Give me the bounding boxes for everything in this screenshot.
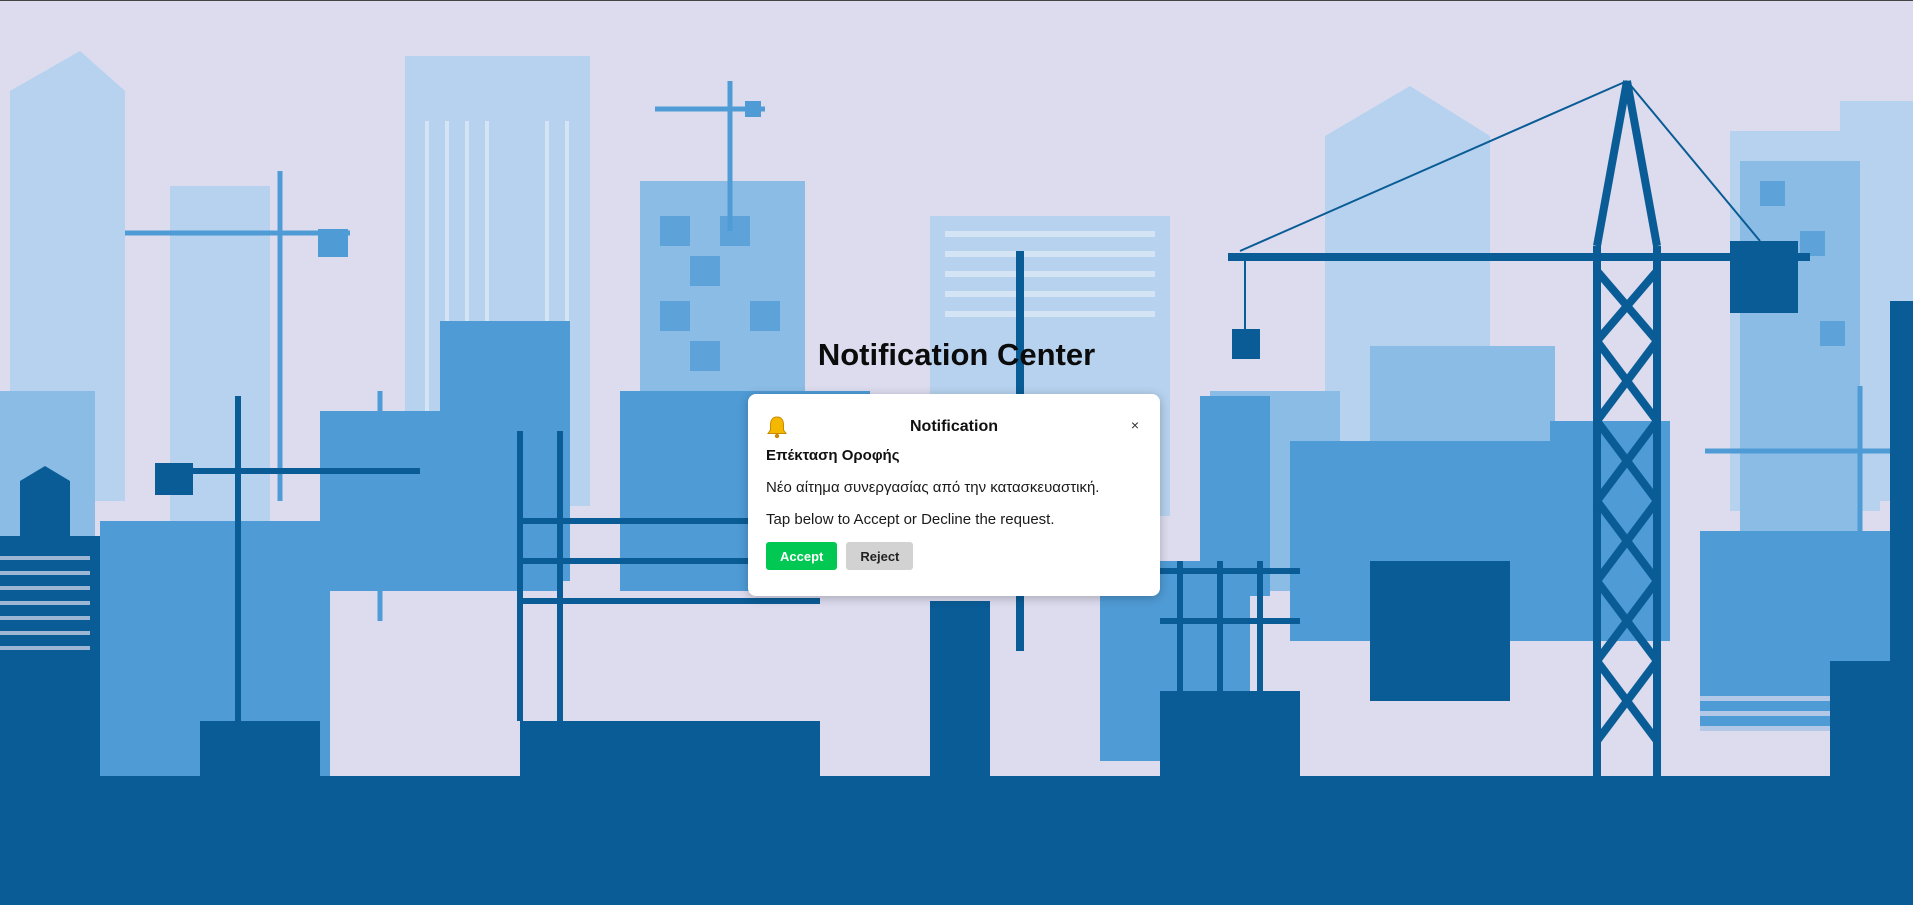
notification-subject: Επέκταση Οροφής <box>766 447 900 464</box>
dialog-title: Notification <box>910 418 998 435</box>
dialog-actions: Accept Reject <box>766 542 1142 570</box>
notification-dialog: Notification × Επέκταση Οροφής Νέο αίτημ… <box>748 394 1160 596</box>
notification-instruction: Tap below to Accept or Decline the reque… <box>766 511 1055 528</box>
page-title: Notification Center <box>817 337 1096 372</box>
close-icon[interactable]: × <box>1128 417 1142 433</box>
bell-icon <box>767 416 787 439</box>
dialog-header: Notification × <box>766 411 1142 443</box>
page-background: Notification Center Notification × Επέκτ… <box>0 0 1913 905</box>
reject-button[interactable]: Reject <box>846 542 914 570</box>
notification-message: Νέο αίτημα συνεργασίας από την κατασκευα… <box>766 479 1100 496</box>
accept-button[interactable]: Accept <box>766 542 838 570</box>
